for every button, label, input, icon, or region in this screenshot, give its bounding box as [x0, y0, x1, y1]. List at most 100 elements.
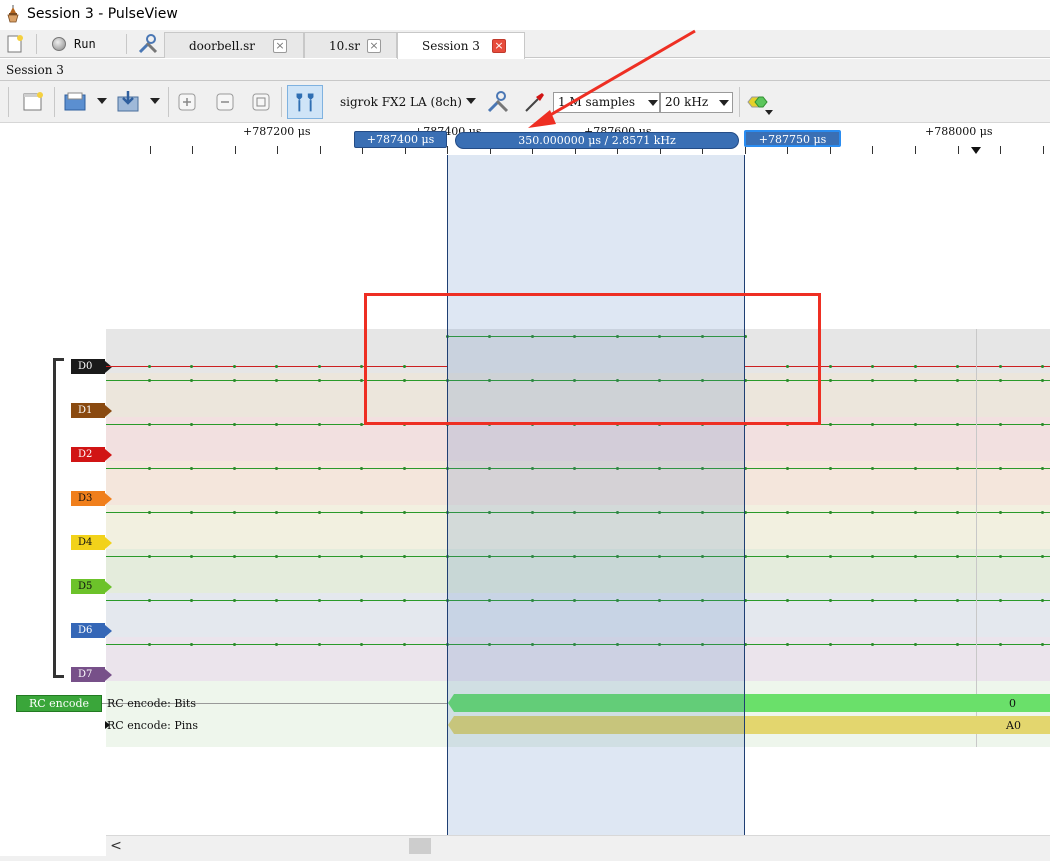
decoder-label[interactable]: RC encode — [16, 695, 102, 712]
sample-dot — [275, 379, 278, 382]
save-file-icon[interactable] — [115, 89, 141, 115]
save-dropdown-arrow[interactable] — [150, 98, 160, 104]
channel-label-d5[interactable]: D5 — [71, 579, 112, 594]
new-view-icon[interactable] — [20, 89, 46, 115]
ruler-tick — [958, 146, 959, 154]
sample-dot — [360, 555, 363, 558]
zoom-out-icon[interactable] — [212, 89, 238, 115]
new-session-icon[interactable] — [6, 34, 24, 54]
horizontal-scrollbar[interactable]: < — [106, 835, 1050, 856]
channel-label-d7[interactable]: D7 — [71, 667, 112, 682]
show-cursors-button[interactable] — [287, 85, 323, 119]
pulseview-logo-icon — [7, 5, 19, 23]
channel-label-d4[interactable]: D4 — [71, 535, 112, 550]
sample-dot — [999, 365, 1002, 368]
sample-dot — [403, 467, 406, 470]
sample-dot — [956, 365, 959, 368]
sample-dot — [1041, 511, 1044, 514]
sample-dot — [148, 511, 151, 514]
channel-label-d0[interactable]: D0 — [71, 359, 112, 374]
sample-dot — [148, 365, 151, 368]
sample-dot — [148, 423, 151, 426]
tab-10sr[interactable]: 10.sr × — [304, 32, 397, 58]
channel-label-d6[interactable]: D6 — [71, 623, 112, 638]
open-file-icon[interactable] — [62, 89, 88, 115]
title-bar: Session 3 - PulseView — [0, 0, 1050, 30]
trace-view[interactable]: RC encode D0 D1 D2 D3 D4 D5 D6 D7 RC encode: Bit… — [0, 155, 1050, 835]
tab-close-icon[interactable]: × — [367, 39, 381, 53]
ruler-tick — [787, 146, 788, 154]
sample-dot — [360, 423, 363, 426]
zoom-in-icon[interactable] — [174, 89, 200, 115]
sample-dot — [999, 423, 1002, 426]
sample-dot — [956, 423, 959, 426]
tab-doorbell[interactable]: doorbell.sr × — [164, 32, 304, 58]
sample-dot — [318, 599, 321, 602]
sample-dot — [786, 643, 789, 646]
scroll-left-arrow[interactable]: < — [108, 838, 124, 854]
sample-dot — [1041, 555, 1044, 558]
sample-dot — [318, 467, 321, 470]
sample-dot — [956, 511, 959, 514]
sample-dot — [871, 599, 874, 602]
device-selector[interactable]: sigrok FX2 LA (8ch) — [340, 95, 462, 109]
run-button[interactable]: Run — [52, 32, 112, 56]
run-icon — [52, 37, 66, 51]
scrollbar-thumb[interactable] — [409, 838, 431, 854]
sample-dot — [786, 599, 789, 602]
sample-dot — [190, 423, 193, 426]
channel-label-d3[interactable]: D3 — [71, 491, 112, 506]
ruler-tick — [447, 146, 448, 154]
sample-dot — [1041, 379, 1044, 382]
sample-dot — [999, 511, 1002, 514]
channel-label-d1[interactable]: D1 — [71, 403, 112, 418]
cursor-range-label[interactable]: 350.000000 μs / 2.8571 kHz — [455, 132, 739, 149]
sample-dot — [275, 467, 278, 470]
sample-dot — [233, 379, 236, 382]
sample-dot — [956, 643, 959, 646]
sample-dot — [190, 599, 193, 602]
sample-dot — [1041, 365, 1044, 368]
tab-close-icon[interactable]: × — [492, 39, 506, 53]
ruler-tick-label: +788000 μs — [925, 125, 993, 138]
sample-dot — [233, 599, 236, 602]
open-dropdown-arrow[interactable] — [97, 98, 107, 104]
decoder-dropdown-arrow[interactable] — [765, 110, 773, 115]
chevron-down-icon — [719, 100, 729, 106]
ruler-tick — [872, 146, 873, 154]
sample-dot — [871, 365, 874, 368]
sample-dot — [403, 555, 406, 558]
sample-dot — [1041, 599, 1044, 602]
tab-session-3[interactable]: Session 3 × — [397, 32, 525, 59]
sample-dot — [233, 467, 236, 470]
sample-dot — [1041, 423, 1044, 426]
zoom-fit-icon[interactable] — [248, 89, 274, 115]
sample-dot — [275, 643, 278, 646]
sample-dot — [190, 643, 193, 646]
sample-dot — [914, 379, 917, 382]
ruler-tick — [1043, 146, 1044, 154]
sample-dot — [275, 423, 278, 426]
sample-dot — [318, 643, 321, 646]
device-config-icon[interactable] — [485, 89, 511, 115]
sample-dot — [190, 555, 193, 558]
sample-dot — [148, 555, 151, 558]
device-dropdown-arrow[interactable] — [466, 98, 476, 104]
trigger-marker-icon — [971, 147, 981, 154]
cursor-b-flag[interactable]: +787750 μs — [744, 130, 841, 147]
sample-dot — [275, 555, 278, 558]
sample-dot — [786, 555, 789, 558]
settings-tools-icon[interactable] — [137, 33, 159, 55]
cursor-a-flag[interactable]: +787400 μs — [354, 131, 447, 148]
ruler-tick-label: +787200 μs — [243, 125, 311, 138]
sample-dot — [829, 511, 832, 514]
channel-label-d2[interactable]: D2 — [71, 447, 112, 462]
sample-dot — [318, 365, 321, 368]
sample-dot — [233, 643, 236, 646]
ruler-tick — [320, 146, 321, 154]
sample-dot — [148, 379, 151, 382]
expand-row-icon[interactable] — [105, 721, 110, 729]
sample-dot — [360, 643, 363, 646]
tab-close-icon[interactable]: × — [273, 39, 287, 53]
sample-dot — [190, 511, 193, 514]
